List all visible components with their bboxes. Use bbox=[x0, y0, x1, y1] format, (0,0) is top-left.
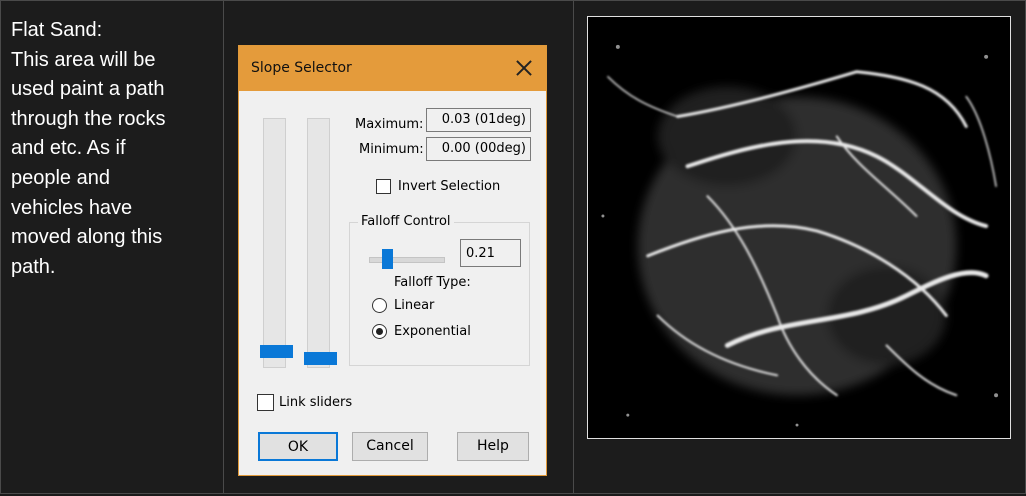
maximum-vertical-slider[interactable] bbox=[260, 118, 293, 368]
maximum-slider-thumb[interactable] bbox=[260, 345, 293, 358]
minimum-field[interactable]: 0.00 (00deg) bbox=[426, 137, 531, 161]
cancel-button[interactable]: Cancel bbox=[352, 432, 428, 461]
help-button[interactable]: Help bbox=[457, 432, 529, 461]
link-sliders-checkbox[interactable] bbox=[257, 394, 274, 411]
maximum-field[interactable]: 0.03 (01deg) bbox=[426, 108, 531, 132]
falloff-control-group: Falloff Control 0.21 Falloff Type: Linea… bbox=[349, 214, 530, 366]
linear-radio[interactable] bbox=[372, 298, 387, 313]
link-sliders-label[interactable]: Link sliders bbox=[279, 395, 352, 410]
close-icon[interactable] bbox=[512, 56, 536, 80]
invert-selection-label[interactable]: Invert Selection bbox=[398, 179, 500, 194]
slope-preview-image bbox=[587, 16, 1011, 439]
description-heading: Flat Sand: bbox=[11, 19, 103, 41]
linear-label[interactable]: Linear bbox=[394, 298, 434, 313]
ok-button[interactable]: OK bbox=[258, 432, 338, 461]
exponential-label[interactable]: Exponential bbox=[394, 324, 471, 339]
exponential-radio[interactable] bbox=[372, 324, 387, 339]
minimum-vertical-slider[interactable] bbox=[304, 118, 337, 368]
description-text: Flat Sand: This area will be used paint … bbox=[11, 16, 211, 282]
maximum-label: Maximum: bbox=[355, 117, 424, 132]
falloff-type-label: Falloff Type: bbox=[394, 275, 471, 290]
falloff-control-legend: Falloff Control bbox=[358, 214, 454, 229]
dialog-titlebar: Slope Selector bbox=[239, 46, 546, 91]
description-body: This area will be used paint a path thro… bbox=[11, 48, 166, 278]
dialog-title: Slope Selector bbox=[251, 60, 352, 76]
falloff-value-field[interactable]: 0.21 bbox=[460, 239, 521, 267]
invert-selection-checkbox[interactable] bbox=[376, 179, 391, 194]
minimum-label: Minimum: bbox=[359, 142, 424, 157]
slope-selector-dialog: Slope Selector Maximum: 0.03 (01deg) Min… bbox=[238, 45, 547, 476]
falloff-slider-thumb[interactable] bbox=[382, 249, 393, 269]
falloff-slider[interactable] bbox=[369, 257, 445, 263]
minimum-slider-thumb[interactable] bbox=[304, 352, 337, 365]
